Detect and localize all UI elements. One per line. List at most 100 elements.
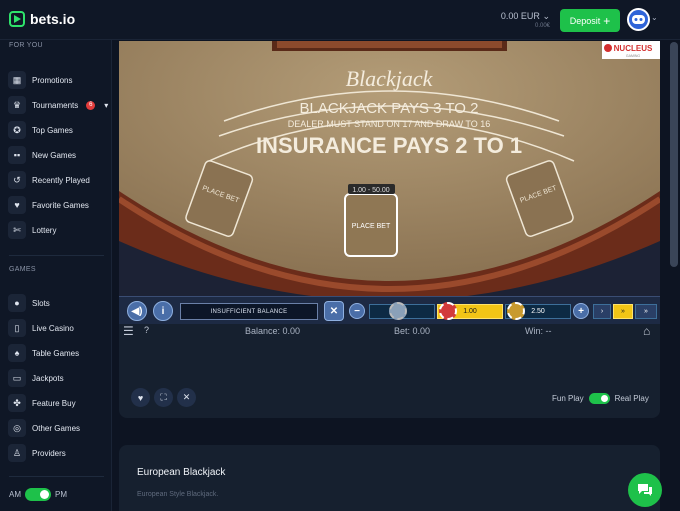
game-controls-bar: ◀) i INSUFFICIENT BALANCE ✕ − 1.00 2.50 … (119, 296, 660, 324)
game-description-card: European Blackjack European Style Blackj… (119, 445, 660, 511)
game-message: INSUFFICIENT BALANCE (180, 303, 318, 320)
sidebar-item-promotions[interactable]: ▦ Promotions (8, 71, 72, 89)
sidebar-item-label: Favorite Games (32, 200, 89, 210)
fullscreen-button[interactable]: ⛶ (154, 388, 173, 407)
speaker-icon: ◀) (131, 305, 143, 317)
sidebar-item-label: Lottery (32, 225, 57, 235)
chip-icon (507, 302, 525, 320)
game-rule-2: DEALER MUST STAND ON 17 AND DRAW TO 16 (288, 119, 491, 129)
clear-bets-button[interactable]: ✕ (324, 301, 344, 321)
bet-limit: 1.00 - 50.00 (352, 187, 389, 194)
help-icon[interactable]: ? (144, 325, 149, 335)
balance-sub: 0.00€ (534, 23, 550, 29)
bet-readout: Bet: 0.00 (394, 326, 431, 336)
chat-button[interactable] (628, 473, 662, 507)
ticket-icon: ✄ (8, 221, 26, 239)
sound-button[interactable]: ◀) (127, 301, 147, 321)
sidebar-item-label: Promotions (32, 75, 73, 85)
minus-icon: − (354, 305, 360, 317)
sidebar-item-table-games[interactable]: ♠ Table Games (8, 344, 79, 362)
chevron-down-icon[interactable]: ⌄ (651, 13, 658, 22)
sidebar-item-other-games[interactable]: ◎ Other Games (8, 419, 80, 437)
win-readout: Win: -- (525, 326, 552, 336)
heart-icon: ♥ (137, 392, 144, 403)
medal-icon: ✪ (8, 121, 26, 139)
game-rule-1: BLACKJACK PAYS 3 TO 2 (300, 100, 479, 117)
info-icon: i (161, 305, 165, 317)
chat-icon (638, 484, 652, 496)
home-icon[interactable]: ⌂ (643, 324, 650, 338)
avatar[interactable] (627, 8, 650, 31)
sidebar-item-favorite-games[interactable]: ♥ Favorite Games (8, 196, 89, 214)
double-chevron-icon: » (644, 308, 648, 315)
chevron-right-icon: › (600, 308, 604, 315)
scrollbar[interactable] (668, 40, 680, 511)
sidebar-item-slots[interactable]: ● Slots (8, 294, 50, 312)
sidebar-item-label: Live Casino (32, 323, 74, 333)
game-canvas[interactable]: Blackjack BLACKJACK PAYS 3 TO 2 DEALER M… (119, 41, 660, 296)
fullscreen-icon: ⛶ (160, 392, 167, 402)
jackpot-icon: ▭ (8, 369, 26, 387)
game-info-bar: ☰ ? Balance: 0.00 Bet: 0.00 Win: -- ⌂ (119, 324, 660, 340)
real-play-label: Real Play (614, 394, 649, 403)
sidebar-item-top-games[interactable]: ✪ Top Games (8, 121, 73, 139)
brand-name: bets.io (30, 11, 76, 27)
top-bar: bets.io 0.00 EUR ⌄ 0.00€ Deposit + ⌄ (0, 0, 680, 40)
providers-icon: ♙ (8, 444, 26, 462)
double-chevron-icon: » (621, 308, 625, 315)
sidebar-item-lottery[interactable]: ✄ Lottery (8, 221, 56, 239)
provider-logo: NUCLEUS (614, 44, 653, 53)
fun-play-label: Fun Play (552, 394, 584, 403)
balance-readout: Balance: 0.00 (245, 326, 301, 336)
sidebar-item-label: New Games (32, 150, 77, 160)
info-button[interactable]: i (153, 301, 173, 321)
play-mode-switch[interactable] (588, 393, 610, 404)
am-pm-switch[interactable] (25, 488, 51, 501)
sidebar-item-label: Table Games (32, 348, 80, 358)
logo[interactable]: bets.io (9, 11, 75, 27)
close-game-button[interactable]: ✕ (177, 388, 196, 407)
sidebar-item-jackpots[interactable]: ▭ Jackpots (8, 369, 64, 387)
chip-value-2: 2.50 (531, 308, 545, 315)
decrease-bet-button[interactable]: − (349, 303, 365, 319)
balance-display[interactable]: 0.00 EUR ⌄ 0.00€ (501, 11, 550, 29)
blackjack-table: Blackjack BLACKJACK PAYS 3 TO 2 DEALER M… (119, 41, 660, 296)
clear-icon: ✕ (329, 305, 339, 317)
other-icon: ◎ (8, 419, 26, 437)
live-icon: ▯ (8, 319, 26, 337)
game-description-subtitle: European Style Blackjack. (137, 491, 219, 498)
skip-button[interactable]: » (635, 304, 657, 319)
next-button[interactable]: › (593, 304, 611, 319)
fast-forward-button[interactable]: » (613, 304, 633, 319)
balance-amount: 0.00 EUR (500, 11, 540, 21)
divider (9, 255, 104, 256)
pm-label: PM (55, 490, 67, 499)
place-bet-center: PLACE BET (352, 223, 391, 230)
play-mode-toggle[interactable]: Fun Play Real Play (552, 393, 649, 404)
section-title-games: GAMES (9, 266, 36, 273)
sidebar-item-label: Feature Buy (32, 398, 76, 408)
deposit-button[interactable]: Deposit + (560, 9, 620, 32)
scrollbar-thumb[interactable] (670, 42, 678, 267)
sidebar-item-label: Recently Played (32, 175, 90, 185)
deposit-label: Deposit (569, 15, 601, 26)
increase-bet-button[interactable]: + (573, 303, 589, 319)
sidebar-item-new-games[interactable]: ▪▪ New Games (8, 146, 76, 164)
grid-icon: ▪▪ (8, 146, 26, 164)
sidebar-item-label: Top Games (32, 125, 73, 135)
cards-icon: ♠ (8, 344, 26, 362)
sidebar-item-providers[interactable]: ♙ Providers (8, 444, 66, 462)
chevron-down-icon: ▾ (104, 100, 109, 110)
sidebar-item-recently-played[interactable]: ↺ Recently Played (8, 171, 90, 189)
plus-icon: + (578, 305, 584, 317)
sidebar-item-label: Slots (32, 298, 50, 308)
chevron-down-icon: ⌄ (542, 11, 550, 21)
plus-icon: + (603, 13, 611, 28)
sidebar-item-live-casino[interactable]: ▯ Live Casino (8, 319, 74, 337)
sidebar-item-feature-buy[interactable]: ✤ Feature Buy (8, 394, 76, 412)
chip-value-1: 1.00 (463, 308, 477, 315)
time-format-toggle[interactable]: AM PM (9, 488, 67, 501)
favorite-button[interactable]: ♥ (131, 388, 150, 407)
sidebar-item-tournaments[interactable]: ♛ Tournaments 6 ▾ (8, 96, 108, 114)
menu-icon[interactable]: ☰ (123, 324, 134, 338)
